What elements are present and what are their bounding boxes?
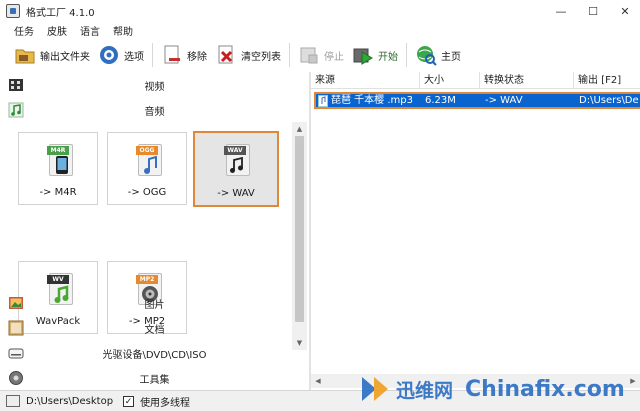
home-label: 主页 [441, 51, 461, 63]
clear-list-icon [215, 44, 237, 66]
clear-list-button[interactable]: 清空列表 [211, 42, 285, 68]
start-icon [352, 44, 374, 66]
stop-icon [298, 44, 320, 66]
category-label: 工具集 [139, 374, 170, 386]
remove-label: 移除 [187, 51, 207, 63]
category-label: 图片 [144, 299, 165, 311]
m4r-file-icon: M4R [47, 142, 75, 178]
category-audio[interactable]: 音频 [0, 98, 309, 122]
watermark-logo-icon [360, 373, 392, 405]
cell-size: 6.23M [425, 95, 456, 106]
category-image[interactable]: 图片 [0, 291, 309, 315]
menu-bar: 任务 皮肤 语言 帮助 [0, 22, 640, 39]
file-list-panel: 来源 大小 转换状态 输出 [F2] 琵琶 千本樱 .mp3 6.23M -> … [311, 72, 640, 390]
tile-label: -> M4R [39, 187, 77, 198]
stop-label: 停止 [324, 51, 344, 63]
menu-help[interactable]: 帮助 [113, 23, 133, 38]
column-source[interactable]: 来源 [311, 72, 420, 89]
clear-list-label: 清空列表 [241, 51, 281, 63]
category-label: 光驱设备\DVD\CD\ISO [102, 349, 207, 361]
category-disc[interactable]: 光驱设备\DVD\CD\ISO [0, 341, 309, 365]
format-factory-window: 格式工厂 4.1.0 — ☐ ✕ 任务 皮肤 语言 帮助 输出文件夹 选项 移除… [0, 0, 640, 411]
watermark-en-text: Chinafix.com [465, 376, 625, 402]
menu-skin[interactable]: 皮肤 [47, 23, 67, 38]
maximize-button[interactable]: ☐ [578, 0, 608, 22]
cell-source: 琵琶 千本樱 .mp3 [316, 94, 423, 107]
ogg-file-icon: OGG [136, 142, 164, 178]
toolbar: 输出文件夹 选项 移除 清空列表 停止 开始 主页 [0, 39, 640, 71]
home-button[interactable]: 主页 [411, 42, 465, 68]
source-filename: 琵琶 千本樱 .mp3 [331, 95, 413, 106]
scroll-up-arrow-icon[interactable]: ▲ [292, 122, 307, 136]
column-status[interactable]: 转换状态 [480, 72, 574, 89]
watermark-cn-text: 迅维网 [396, 379, 454, 402]
category-document[interactable]: 文档 [0, 316, 309, 340]
output-folder-status-icon[interactable] [6, 395, 20, 407]
start-label: 开始 [378, 51, 398, 63]
toolbar-separator [152, 43, 153, 67]
category-label: 音频 [144, 106, 165, 118]
app-icon [6, 4, 20, 18]
folder-icon [14, 44, 36, 66]
remove-icon [161, 44, 183, 66]
tile-m4r[interactable]: M4R -> M4R [18, 132, 98, 205]
tile-wav[interactable]: WAV -> WAV [193, 131, 279, 207]
options-button[interactable]: 选项 [94, 42, 148, 68]
output-path: D:\Users\Desktop [26, 395, 114, 407]
category-tools[interactable]: 工具集 [0, 366, 309, 390]
remove-button[interactable]: 移除 [157, 42, 211, 68]
stop-button[interactable]: 停止 [294, 42, 348, 68]
category-label: 视频 [144, 81, 165, 93]
column-output[interactable]: 输出 [F2] [574, 72, 640, 89]
window-title: 格式工厂 4.1.0 [26, 7, 95, 19]
toolbar-separator [406, 43, 407, 67]
wav-file-icon: WAV [224, 142, 252, 178]
audio-file-icon [318, 94, 328, 107]
column-size[interactable]: 大小 [420, 72, 480, 89]
output-folder-label: 输出文件夹 [40, 51, 90, 63]
tile-label: -> OGG [127, 187, 167, 198]
toolbar-separator [289, 43, 290, 67]
multithread-label: 使用多线程 [140, 397, 191, 409]
menu-task[interactable]: 任务 [14, 23, 34, 38]
home-globe-icon [415, 44, 437, 66]
cell-output: D:\Users\De [579, 95, 639, 106]
menu-language[interactable]: 语言 [80, 23, 100, 38]
tile-label: -> WAV [217, 188, 255, 199]
category-video[interactable]: 视频 [0, 73, 309, 97]
output-folder-button[interactable]: 输出文件夹 [10, 42, 94, 68]
category-label: 文档 [144, 324, 165, 336]
watermark: 迅维网 Chinafix.com [360, 367, 640, 411]
file-list-header: 来源 大小 转换状态 输出 [F2] [311, 72, 640, 89]
multithread-checkbox[interactable]: ✓ [123, 395, 135, 407]
title-bar: 格式工厂 4.1.0 — ☐ ✕ [0, 0, 640, 22]
minimize-button[interactable]: — [546, 0, 576, 22]
close-button[interactable]: ✕ [610, 0, 640, 22]
scroll-left-arrow-icon[interactable]: ◀ [311, 374, 325, 388]
table-row[interactable]: 琵琶 千本樱 .mp3 6.23M -> WAV D:\Users\De [314, 92, 640, 109]
tile-ogg[interactable]: OGG -> OGG [107, 132, 187, 205]
conversion-panel: 视频 音频 M4R -> M4R OGG -> OGG WAV -> WAV W… [0, 72, 309, 390]
cell-status: -> WAV [485, 95, 523, 106]
options-icon [98, 44, 120, 66]
options-label: 选项 [124, 51, 144, 63]
start-button[interactable]: 开始 [348, 42, 402, 68]
